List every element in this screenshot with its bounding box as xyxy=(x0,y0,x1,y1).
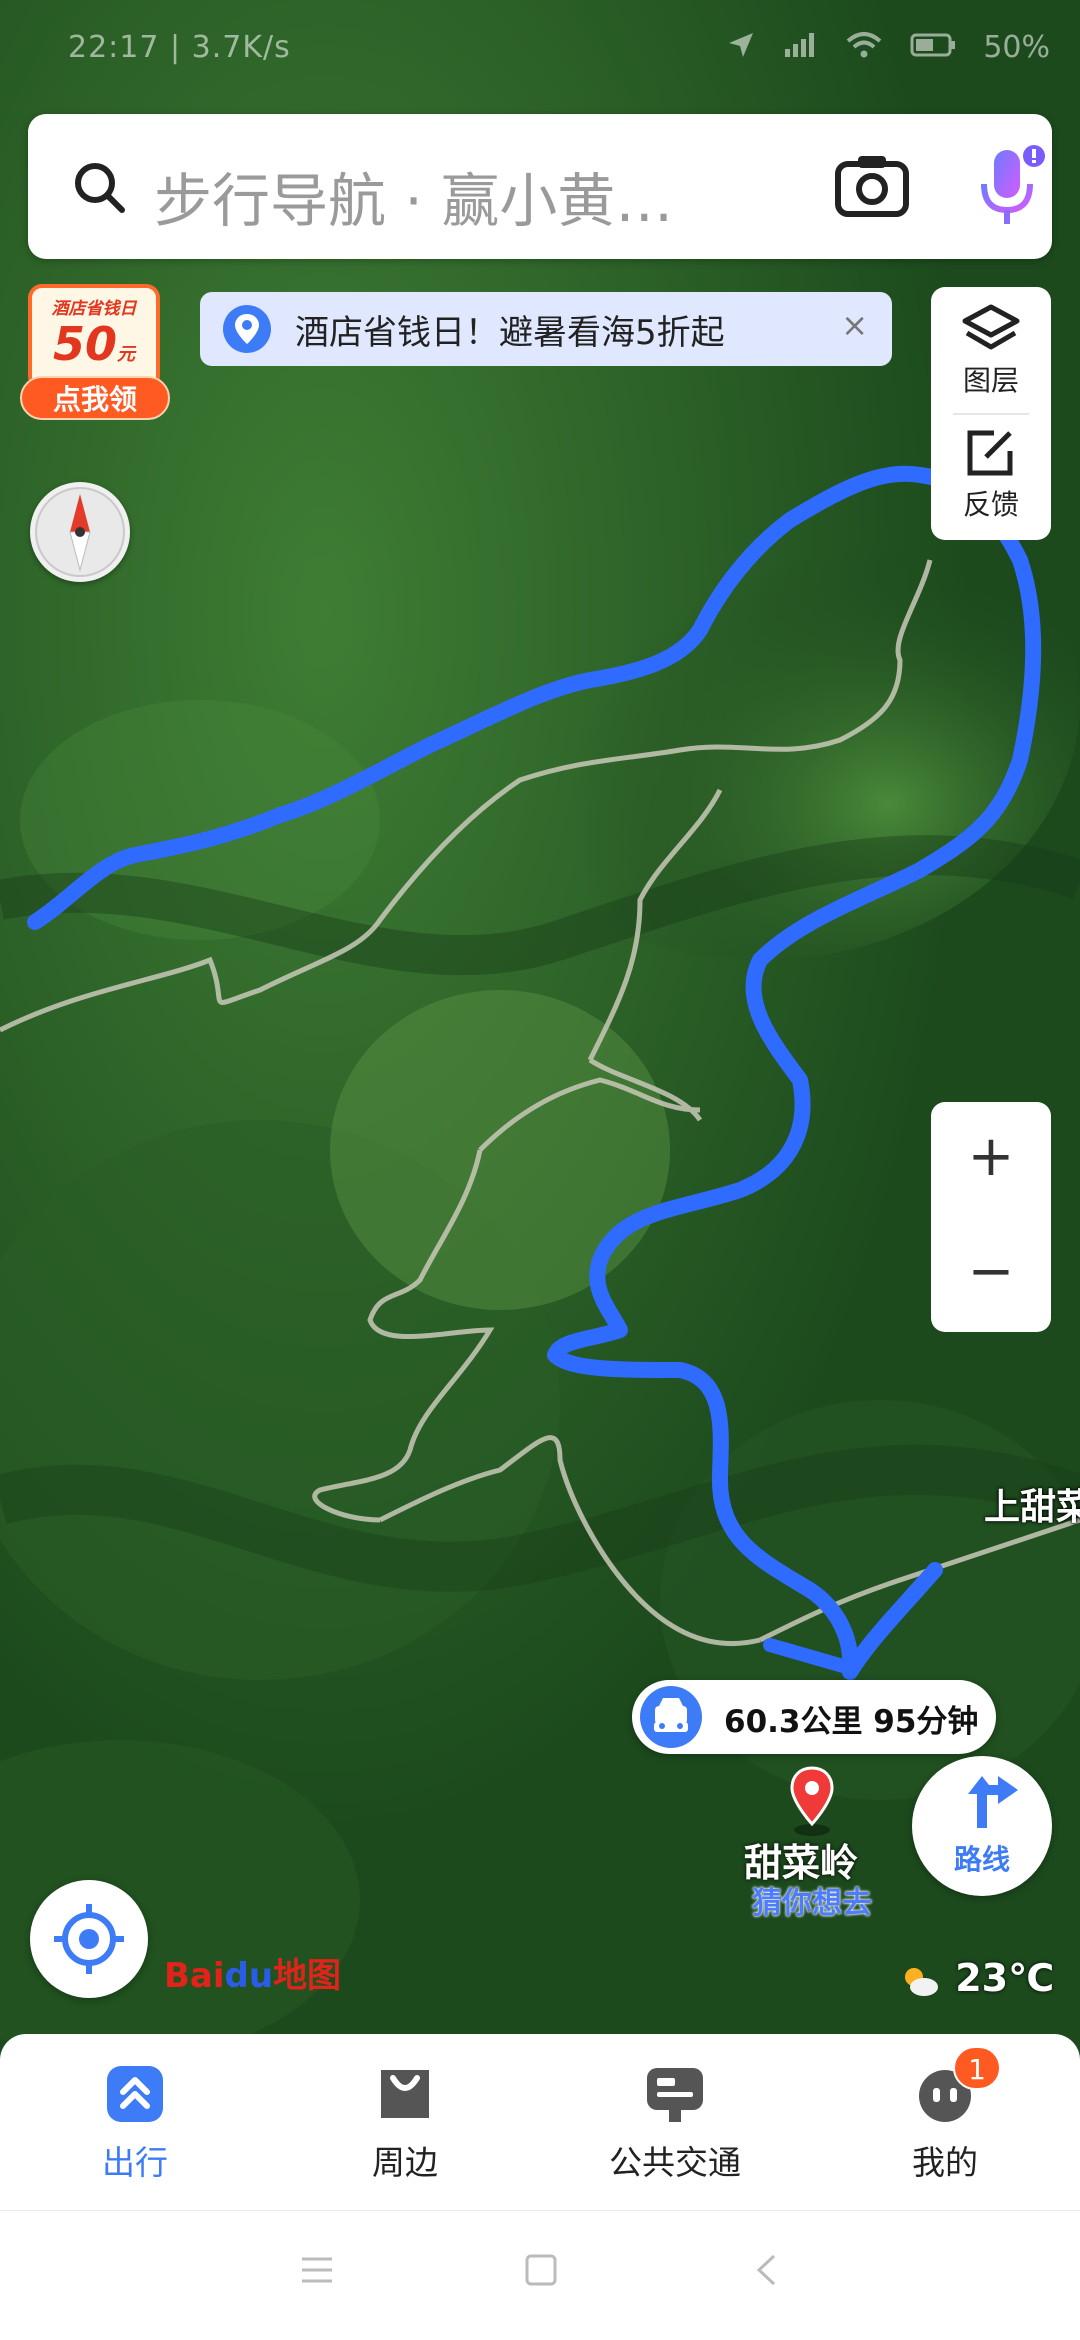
compass-button[interactable] xyxy=(30,482,130,582)
feedback-label: 反馈 xyxy=(962,488,1019,521)
tab-mine[interactable]: 1 我的 xyxy=(855,2046,1035,2184)
close-icon[interactable]: × xyxy=(841,306,868,344)
tab-travel[interactable]: 出行 xyxy=(45,2064,225,2184)
status-bar: 22:17 | 3.7K/s 50% xyxy=(0,0,1080,100)
coupon-claim-button[interactable]: 点我领 xyxy=(20,376,170,420)
layers-icon xyxy=(961,304,1021,359)
feedback-button[interactable]: 反馈 xyxy=(931,427,1051,523)
home-icon[interactable] xyxy=(524,2253,558,2291)
car-icon xyxy=(640,1686,702,1748)
tab-public-transport[interactable]: 公共交通 xyxy=(585,2064,765,2184)
zoom-control: + − xyxy=(931,1102,1051,1332)
coupon-unit: 元 xyxy=(117,344,135,365)
place-label[interactable]: 上甜菜 xyxy=(984,1478,1080,1530)
coupon-title: 酒店省钱日 xyxy=(51,299,137,319)
route-distance-time: 60.3公里 95分钟 xyxy=(724,1704,979,1740)
tab-nearby[interactable]: 周边 xyxy=(315,2064,495,2184)
map-tools-panel: 图层 反馈 xyxy=(931,287,1051,540)
signal-icon xyxy=(783,31,819,67)
tab-label: 出行 xyxy=(102,2143,168,2182)
search-bar[interactable]: 步行导航 · 赢小黄… xyxy=(28,114,1052,259)
destination-marker[interactable] xyxy=(752,1762,872,1842)
battery-icon xyxy=(910,31,956,66)
route-arrow-icon xyxy=(968,1776,1018,1828)
bottom-nav: 出行 周边 公共交通 1 我的 xyxy=(0,2034,1080,2210)
voice-mic-icon[interactable] xyxy=(974,144,1046,234)
location-pin-icon xyxy=(222,304,272,358)
layers-button[interactable]: 图层 xyxy=(931,303,1051,399)
tab-label: 公共交通 xyxy=(609,2143,741,2182)
layers-label: 图层 xyxy=(962,364,1019,397)
map-pin-icon xyxy=(790,1766,834,1836)
locate-icon xyxy=(54,1904,124,1974)
coupon-badge[interactable]: 酒店省钱日 50元 点我领 xyxy=(20,284,170,422)
route-button[interactable]: 路线 xyxy=(912,1756,1052,1896)
notification-badge: 1 xyxy=(953,2046,1001,2090)
system-nav-bar xyxy=(0,2210,1080,2340)
wifi-icon xyxy=(846,31,882,67)
edit-icon xyxy=(964,430,1018,483)
camera-icon[interactable] xyxy=(834,152,910,222)
promo-banner-text: 酒店省钱日！避暑看海5折起 xyxy=(295,313,725,353)
tab-label: 周边 xyxy=(372,2143,438,2182)
divider xyxy=(953,413,1029,415)
route-button-label: 路线 xyxy=(953,1843,1010,1876)
back-icon[interactable] xyxy=(754,2253,778,2291)
status-time: 22:17 | 3.7K/s xyxy=(68,30,291,65)
search-icon xyxy=(72,160,128,220)
location-arrow-icon xyxy=(727,31,755,67)
baidu-map-logo: Baidu地图 xyxy=(164,1956,342,1996)
zoom-out-button[interactable]: − xyxy=(931,1217,1051,1332)
travel-icon xyxy=(105,2064,165,2124)
partly-sunny-icon xyxy=(898,1956,955,2000)
bag-icon xyxy=(375,2064,435,2124)
tab-label: 我的 xyxy=(912,2143,978,2182)
search-input[interactable]: 步行导航 · 赢小黄… xyxy=(154,154,673,238)
menu-icon[interactable] xyxy=(300,2255,334,2289)
zoom-in-button[interactable]: + xyxy=(931,1102,1051,1217)
battery-level: 50% xyxy=(983,30,1050,65)
profile-icon: 1 xyxy=(915,2046,1001,2124)
route-info-chip[interactable]: 60.3公里 95分钟 xyxy=(632,1680,996,1754)
promo-banner[interactable]: 酒店省钱日！避暑看海5折起 × xyxy=(200,292,892,366)
locate-me-button[interactable] xyxy=(30,1880,148,1998)
weather-widget[interactable]: 23℃ xyxy=(898,1956,1054,2000)
compass-icon xyxy=(35,487,125,577)
destination-suggestion[interactable]: 猜你想去 xyxy=(752,1878,872,1922)
coupon-amount: 50 xyxy=(52,317,117,371)
bus-icon xyxy=(645,2064,705,2124)
temperature: 23℃ xyxy=(955,1956,1055,2000)
